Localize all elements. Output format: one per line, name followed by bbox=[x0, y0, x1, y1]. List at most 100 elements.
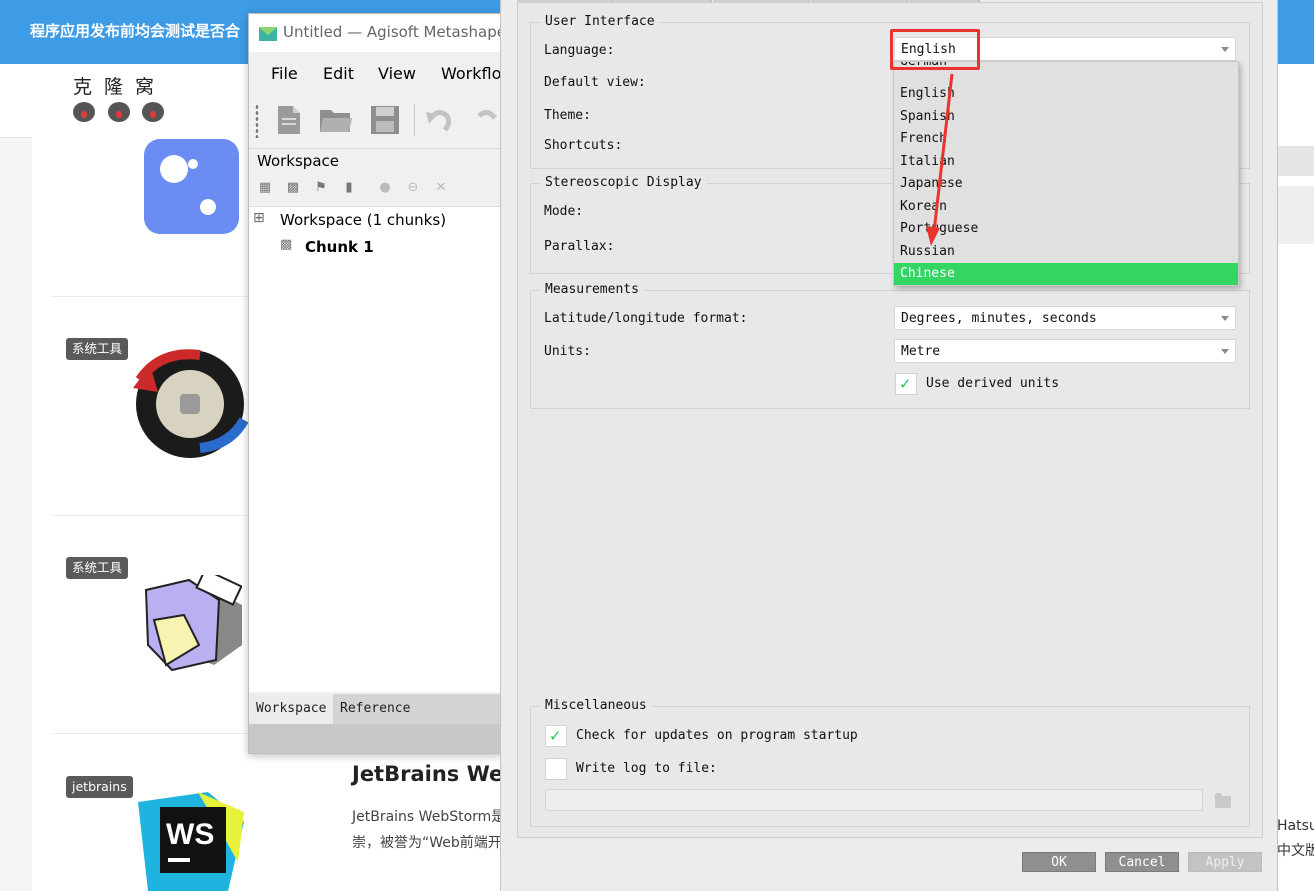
workspace-tree: ⊞ Workspace (1 chunks) ▩ Chunk 1 bbox=[249, 206, 503, 532]
latlon-format-select[interactable]: Degrees, minutes, seconds bbox=[894, 306, 1236, 330]
latlon-format-label: Latitude/longitude format: bbox=[544, 311, 748, 326]
units-label: Units: bbox=[544, 344, 591, 359]
language-option-portuguese[interactable]: Portuguese bbox=[894, 218, 1238, 240]
chevron-down-icon bbox=[1221, 316, 1229, 321]
divider bbox=[52, 515, 252, 516]
pane-tabs: Workspace Reference bbox=[249, 694, 503, 724]
article-desc: JetBrains WebStorm是 bbox=[352, 809, 506, 825]
check-updates-checkbox[interactable]: ✓ bbox=[545, 725, 567, 747]
add-photos-icon[interactable]: ▩ bbox=[285, 180, 301, 196]
group-title: User Interface bbox=[541, 14, 659, 29]
category-tag[interactable]: 系统工具 bbox=[66, 557, 129, 579]
category-tag[interactable]: 系统工具 bbox=[66, 338, 129, 360]
group-miscellaneous: Miscellaneous ✓ Check for updates on pro… bbox=[530, 698, 1250, 827]
tree-item-workspace[interactable]: Workspace (1 chunks) bbox=[280, 211, 446, 229]
cancel-button[interactable]: Cancel bbox=[1105, 852, 1179, 872]
backup-app-icon[interactable] bbox=[136, 350, 244, 458]
disable-icon[interactable]: ⊖ bbox=[405, 180, 421, 196]
derived-units-checkbox[interactable]: ✓ bbox=[895, 373, 917, 395]
metashape-window: Untitled — Agisoft Metashape Pr File Edi… bbox=[248, 13, 526, 754]
side-text: 中文版 bbox=[1277, 843, 1314, 859]
ok-button[interactable]: OK bbox=[1022, 852, 1096, 872]
divider bbox=[52, 733, 252, 734]
write-log-label: Write log to file: bbox=[576, 761, 717, 776]
bug-icon bbox=[142, 102, 164, 122]
theme-label: Theme: bbox=[544, 108, 591, 123]
units-select[interactable]: Metre bbox=[894, 339, 1236, 363]
new-document-icon[interactable] bbox=[275, 104, 303, 136]
language-option-korean[interactable]: Korean bbox=[894, 196, 1238, 218]
menu-view[interactable]: View bbox=[378, 64, 416, 83]
tab-reference[interactable]: Reference bbox=[333, 694, 417, 724]
redo-icon[interactable] bbox=[473, 104, 501, 136]
group-title: Measurements bbox=[541, 282, 643, 297]
enable-icon[interactable]: ● bbox=[377, 180, 393, 196]
save-icon[interactable] bbox=[369, 104, 401, 136]
checkmark-icon: ✓ bbox=[900, 374, 911, 394]
language-label: Language: bbox=[544, 43, 615, 58]
add-markers-icon[interactable]: ⚑ bbox=[313, 180, 329, 196]
language-option-english[interactable]: English bbox=[894, 83, 1238, 105]
workspace-pane-title: Workspace bbox=[257, 152, 339, 170]
menu-file[interactable]: File bbox=[271, 64, 298, 83]
properties-pane bbox=[249, 530, 503, 692]
browse-folder-icon[interactable] bbox=[1215, 793, 1231, 808]
default-view-label: Default view: bbox=[544, 75, 646, 90]
language-option-russian[interactable]: Russian bbox=[894, 241, 1238, 263]
annotation-highlight-box bbox=[890, 29, 980, 70]
sync-app-icon[interactable] bbox=[144, 139, 239, 234]
category-tag[interactable]: jetbrains bbox=[66, 776, 133, 798]
log-path-input[interactable] bbox=[545, 789, 1203, 811]
divider bbox=[52, 296, 252, 297]
menu-bar: File Edit View Workflow bbox=[249, 52, 514, 94]
metashape-app-icon bbox=[259, 27, 277, 41]
site-logo-text[interactable]: 克隆窝 bbox=[73, 72, 166, 99]
undo-icon[interactable] bbox=[425, 104, 453, 136]
chunk-icon: ▩ bbox=[280, 237, 293, 252]
webstorm-app-icon[interactable]: WS bbox=[138, 792, 244, 891]
svg-text:WS: WS bbox=[166, 818, 214, 851]
remove-icon[interactable]: ✕ bbox=[433, 180, 449, 196]
language-dropdown-list: German English Spanish French Italian Ja… bbox=[893, 61, 1239, 286]
toolbar-separator bbox=[414, 104, 415, 136]
language-option-japanese[interactable]: Japanese bbox=[894, 173, 1238, 195]
bug-icon bbox=[73, 102, 95, 122]
check-updates-label: Check for updates on program startup bbox=[576, 728, 858, 743]
latlon-format-value: Degrees, minutes, seconds bbox=[901, 311, 1097, 326]
write-log-checkbox[interactable] bbox=[545, 758, 567, 780]
window-title: Untitled — Agisoft Metashape Pr bbox=[283, 23, 526, 41]
checkmark-icon: ✓ bbox=[550, 726, 561, 746]
shortcuts-label: Shortcuts: bbox=[544, 138, 623, 153]
language-option-french[interactable]: French bbox=[894, 128, 1238, 150]
add-shapes-icon[interactable]: ▮ bbox=[341, 180, 357, 196]
add-chunk-icon[interactable]: ▦ bbox=[257, 180, 273, 196]
toolbar-grip[interactable] bbox=[255, 104, 259, 138]
language-option-spanish[interactable]: Spanish bbox=[894, 106, 1238, 128]
apply-button[interactable]: Apply bbox=[1188, 852, 1262, 872]
tree-item-chunk[interactable]: Chunk 1 bbox=[305, 238, 374, 256]
language-option-italian[interactable]: Italian bbox=[894, 151, 1238, 173]
workspace-toolbar: ▦ ▩ ⚑ ▮ ● ⊖ ✕ bbox=[257, 180, 497, 200]
units-value: Metre bbox=[901, 344, 941, 359]
site-banner-title: 程序应用发布前均会测试是否合 bbox=[30, 22, 241, 40]
window-titlebar[interactable]: Untitled — Agisoft Metashape Pr bbox=[249, 14, 526, 52]
group-measurements: Measurements Latitude/longitude format: … bbox=[530, 282, 1250, 409]
parallax-label: Parallax: bbox=[544, 239, 615, 254]
chevron-down-icon bbox=[1221, 47, 1229, 52]
group-title: Miscellaneous bbox=[541, 698, 651, 713]
tab-workspace[interactable]: Workspace bbox=[249, 694, 334, 724]
folder-app-icon[interactable] bbox=[144, 575, 242, 675]
open-folder-icon[interactable] bbox=[319, 104, 353, 136]
article-desc: 崇，被誉为“Web前端开 bbox=[352, 835, 502, 851]
derived-units-label: Use derived units bbox=[926, 376, 1060, 391]
main-toolbar bbox=[249, 94, 503, 149]
bug-icon bbox=[108, 102, 130, 122]
group-title: Stereoscopic Display bbox=[541, 175, 706, 190]
workspace-tree-icon: ⊞ bbox=[253, 210, 265, 226]
chevron-down-icon bbox=[1221, 349, 1229, 354]
status-bar bbox=[249, 724, 503, 753]
site-right-panel bbox=[1278, 146, 1314, 176]
language-option-chinese[interactable]: Chinese bbox=[894, 263, 1238, 285]
site-right-panel bbox=[1278, 186, 1314, 244]
menu-edit[interactable]: Edit bbox=[323, 64, 354, 83]
